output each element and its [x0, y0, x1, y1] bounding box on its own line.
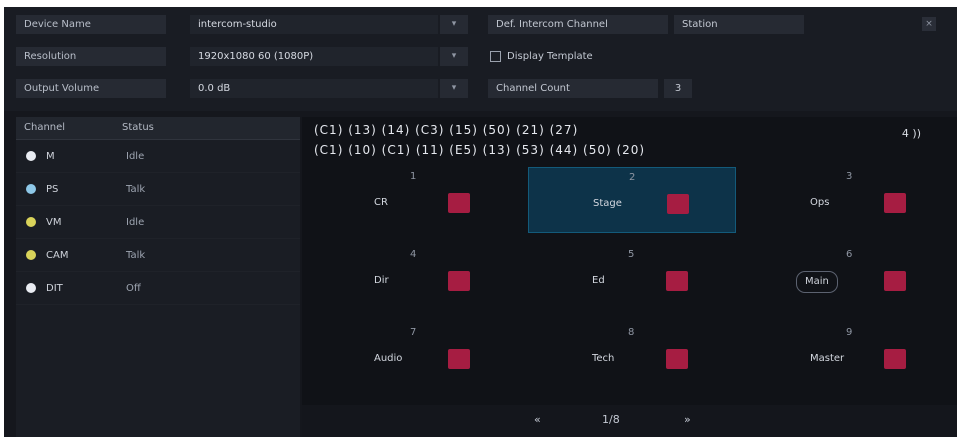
page-indicator: 1/8: [602, 413, 620, 426]
status-dot-icon: [26, 283, 36, 293]
close-icon[interactable]: ×: [922, 17, 936, 31]
talk-button[interactable]: [667, 194, 689, 214]
intercom-key[interactable]: 9 Master: [746, 323, 954, 389]
key-label-pill: Main: [796, 271, 838, 293]
default-channel-select[interactable]: Station: [674, 15, 804, 34]
id-line-2: (C1) (10) (C1) (11) (E5) (13) (53) (44) …: [314, 143, 646, 157]
volume-dropdown-icon[interactable]: ▾: [440, 79, 468, 98]
resolution-label: Resolution: [16, 47, 166, 66]
intercom-key[interactable]: 2 Stage: [528, 167, 736, 233]
next-page-button[interactable]: »: [684, 413, 691, 426]
channel-count-label: Channel Count: [488, 79, 658, 98]
talk-button[interactable]: [884, 349, 906, 369]
default-channel-label: Def. Intercom Channel: [488, 15, 668, 34]
app-window: Device Name intercom-studio ▾ Resolution…: [4, 7, 957, 437]
key-label: Stage: [593, 198, 622, 209]
channel-name: CAM: [46, 249, 69, 261]
intercom-key[interactable]: 3 Ops: [746, 167, 954, 233]
status-dot-icon: [26, 151, 36, 161]
key-number: 6: [846, 249, 853, 260]
talk-button[interactable]: [884, 193, 906, 213]
list-item[interactable]: VM Idle: [16, 206, 300, 239]
volume-field[interactable]: 0.0 dB: [190, 79, 438, 98]
list-item[interactable]: M Idle: [16, 140, 300, 173]
key-number: 2: [629, 172, 636, 183]
key-number: 4: [410, 249, 417, 260]
channel-count-select[interactable]: 3: [664, 79, 692, 98]
display-template-checkbox[interactable]: Display Template: [490, 51, 593, 62]
channel-status: Idle: [126, 150, 145, 162]
pagination-bar: « 1/8 »: [302, 405, 957, 437]
list-item[interactable]: CAM Talk: [16, 239, 300, 272]
volume-label: Output Volume: [16, 79, 166, 98]
key-label: Tech: [592, 353, 615, 364]
key-label: Master: [810, 353, 845, 364]
talk-button[interactable]: [448, 271, 470, 291]
device-name-label: Device Name: [16, 15, 166, 34]
resolution-field[interactable]: 1920x1080 60 (1080P): [190, 47, 438, 66]
status-dot-icon: [26, 217, 36, 227]
list-item[interactable]: PS Talk: [16, 173, 300, 206]
key-number: 9: [846, 327, 853, 338]
status-dot-icon: [26, 184, 36, 194]
column-header-status[interactable]: Status: [114, 117, 242, 139]
id-line-1: (C1) (13) (14) (C3) (15) (50) (21) (27): [314, 123, 579, 137]
talk-button[interactable]: [448, 349, 470, 369]
list-item[interactable]: DIT Off: [16, 272, 300, 305]
intercom-key[interactable]: 6 Main: [746, 245, 954, 311]
talk-button[interactable]: [666, 271, 688, 291]
talk-button[interactable]: [666, 349, 688, 369]
key-number: 5: [628, 249, 635, 260]
intercom-key[interactable]: 7 Audio: [310, 323, 518, 389]
checkbox-icon: [490, 51, 501, 62]
key-number: 8: [628, 327, 635, 338]
volume-indicator: 4 )): [901, 127, 921, 140]
key-label: Dir: [374, 275, 389, 286]
key-label: Ops: [810, 197, 830, 208]
channel-status: Talk: [126, 249, 146, 261]
channel-name: VM: [46, 216, 62, 228]
channel-status: Off: [126, 282, 141, 294]
talk-button[interactable]: [448, 193, 470, 213]
channel-name: M: [46, 150, 55, 162]
channel-list: Channel Status M Idle PS Talk VM Idle CAM Talk D…: [16, 117, 300, 437]
channel-list-header: Channel Status: [16, 117, 300, 140]
channel-status: Talk: [126, 183, 146, 195]
column-header-channel[interactable]: Channel: [16, 117, 114, 139]
intercom-grid-panel: (C1) (13) (14) (C3) (15) (50) (21) (27) …: [302, 117, 957, 437]
prev-page-button[interactable]: «: [534, 413, 541, 426]
key-label: CR: [374, 197, 388, 208]
device-name-field[interactable]: intercom-studio: [190, 15, 438, 34]
display-template-label: Display Template: [507, 51, 593, 62]
intercom-key[interactable]: 4 Dir: [310, 245, 518, 311]
settings-panel: Device Name intercom-studio ▾ Resolution…: [4, 7, 957, 111]
intercom-key[interactable]: 8 Tech: [528, 323, 736, 389]
key-number: 1: [410, 171, 417, 182]
key-label: Ed: [592, 275, 605, 286]
channel-name: PS: [46, 183, 59, 195]
resolution-dropdown-icon[interactable]: ▾: [440, 47, 468, 66]
channel-name: DIT: [46, 282, 63, 294]
channel-status: Idle: [126, 216, 145, 228]
intercom-key[interactable]: 5 Ed: [528, 245, 736, 311]
device-name-dropdown-icon[interactable]: ▾: [440, 15, 468, 34]
key-label: Audio: [374, 353, 403, 364]
talk-button[interactable]: [884, 271, 906, 291]
intercom-key[interactable]: 1 CR: [310, 167, 518, 233]
status-dot-icon: [26, 250, 36, 260]
key-number: 3: [846, 171, 853, 182]
key-number: 7: [410, 327, 417, 338]
